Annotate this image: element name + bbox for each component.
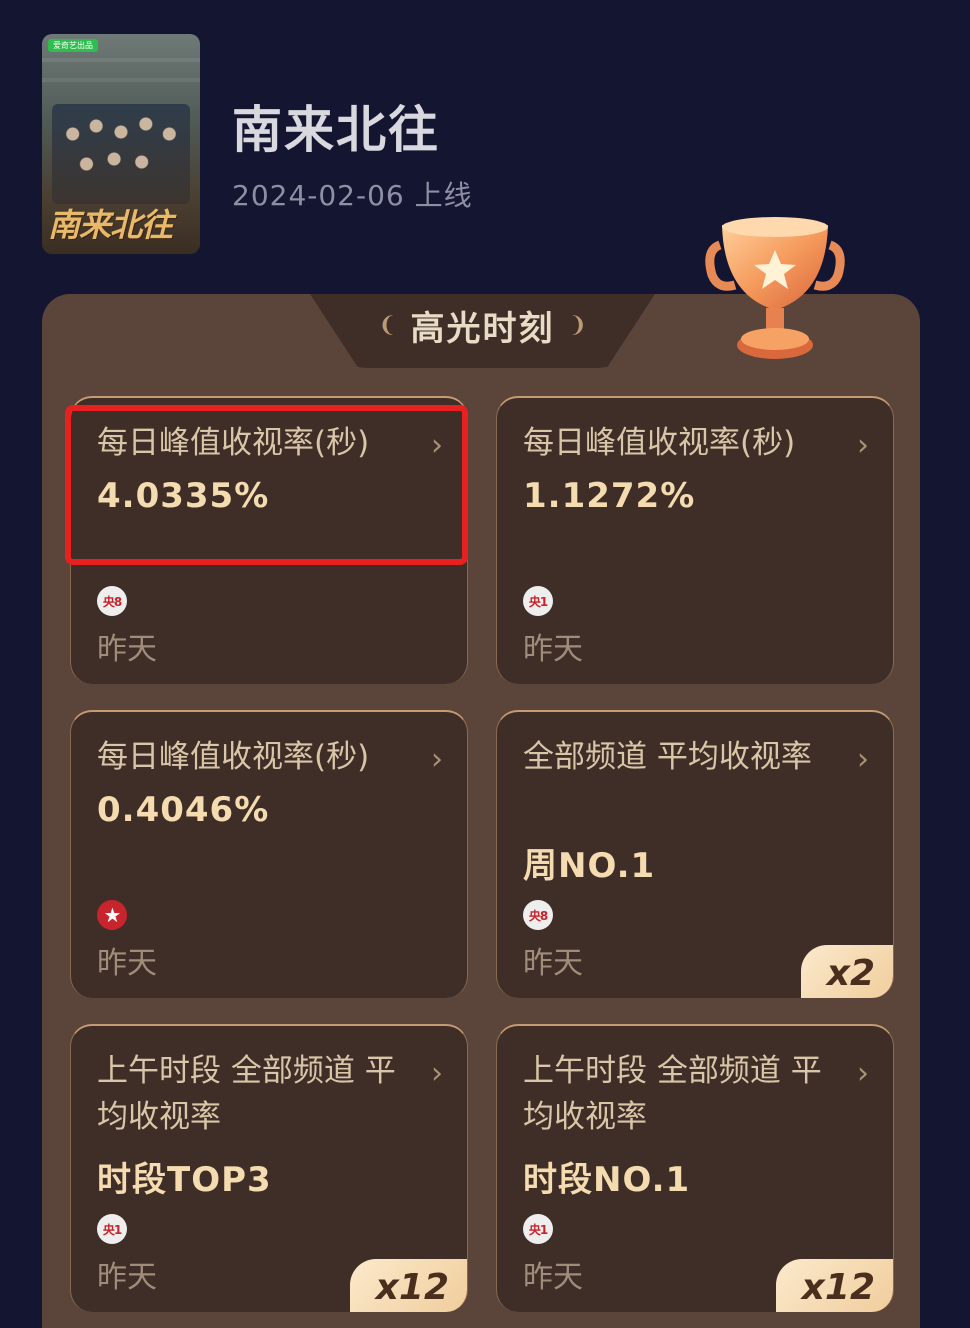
highlight-card[interactable]: 全部频道 平均收视率 › 周NO.1 央8 昨天 x2 [496,710,894,998]
chevron-right-icon: › [431,742,443,777]
laurel-left-icon: ❨ [378,312,397,338]
chevron-right-icon: › [857,742,869,777]
channel-logo-icon: 央8 [97,586,127,616]
poster-title-art: 南来北往 [48,206,173,244]
highlight-card[interactable]: 上午时段 全部频道 平均收视率 › 时段NO.1 央1 昨天 x12 [496,1024,894,1312]
highlight-box [65,405,468,565]
time-label: 昨天 [97,632,157,667]
metric-label: 全部频道 平均收视率 [523,739,812,775]
chevron-right-icon: › [857,428,869,463]
metric-value: 0.4046% [97,790,270,830]
metric-label: 每日峰值收视率(秒) [523,425,796,461]
star-channel-icon: ★ [97,900,127,930]
channel-logo-icon: 央1 [97,1214,127,1244]
channel-logo-icon: 央1 [523,586,553,616]
laurel-right-icon: ❩ [568,312,587,338]
metric-value: 1.1272% [523,476,696,516]
time-label: 昨天 [523,1260,583,1295]
poster-cast-image [52,104,190,204]
time-label: 昨天 [523,946,583,981]
highlight-card[interactable]: 上午时段 全部频道 平均收视率 › 时段TOP3 央1 昨天 x12 [70,1024,468,1312]
chevron-right-icon: › [857,1056,869,1091]
show-poster[interactable]: 爱奇艺出品 南来北往 [42,34,200,254]
show-title: 南来北往 [232,101,440,159]
section-header: ❨ 高光时刻 ❩ [310,300,655,350]
metric-label: 每日峰值收视率(秒) [97,739,370,775]
channel-logo-icon: 央8 [523,900,553,930]
metric-value: 周NO.1 [523,846,656,886]
metric-value: 时段NO.1 [523,1160,691,1200]
metric-label: 上午时段 全部频道 平均收视率 [97,1053,396,1135]
multiplier-badge: x12 [775,1259,893,1312]
time-label: 昨天 [523,632,583,667]
multiplier-badge: x12 [349,1259,467,1312]
highlight-card[interactable]: 每日峰值收视率(秒) › 0.4046% ★ 昨天 [70,710,468,998]
section-title: 高光时刻 [410,308,555,349]
metric-value: 时段TOP3 [97,1160,272,1200]
time-label: 昨天 [97,1260,157,1295]
trophy-icon [705,217,845,359]
time-label: 昨天 [97,946,157,981]
chevron-right-icon: › [431,1056,443,1091]
metric-label: 上午时段 全部频道 平均收视率 [523,1053,822,1135]
multiplier-badge: x2 [800,945,893,998]
highlight-card[interactable]: 每日峰值收视率(秒) › 1.1272% 央1 昨天 [496,396,894,684]
poster-badge: 爱奇艺出品 [48,39,98,52]
channel-logo-icon: 央1 [523,1214,553,1244]
release-date: 2024-02-06 上线 [232,179,473,212]
